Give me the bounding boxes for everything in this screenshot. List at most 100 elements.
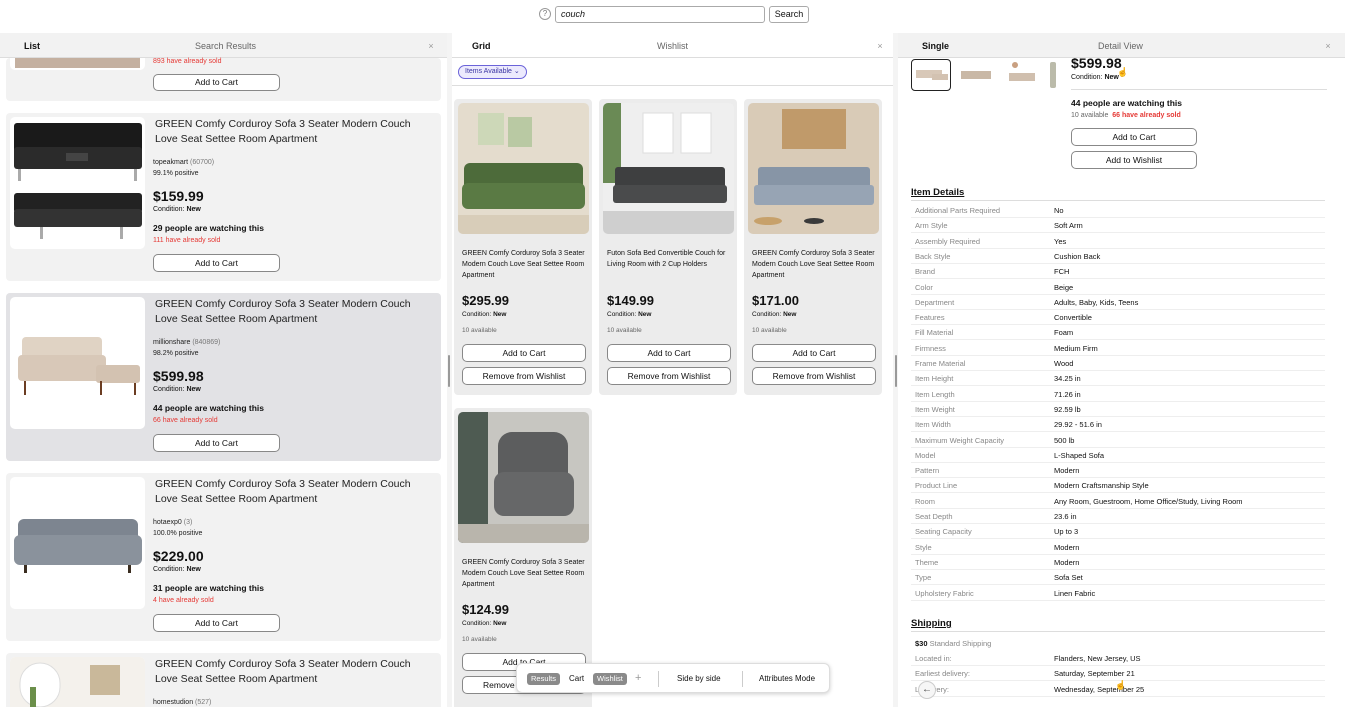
condition-value: New bbox=[638, 311, 652, 318]
help-icon[interactable]: ? bbox=[539, 8, 551, 20]
results-toggle[interactable]: Results bbox=[527, 673, 561, 685]
detail-value: Modern bbox=[1054, 542, 1080, 552]
side-by-side-button[interactable]: Side by side bbox=[677, 674, 721, 683]
product-condition: Condition: New bbox=[752, 311, 796, 318]
remove-from-wishlist-button[interactable]: Remove from Wishlist bbox=[607, 367, 731, 385]
condition-label: Condition: bbox=[1071, 74, 1103, 81]
close-icon[interactable]: × bbox=[874, 40, 886, 52]
product-price: $295.99 bbox=[462, 293, 509, 308]
product-image bbox=[603, 103, 734, 234]
product-title[interactable]: GREEN Comfy Corduroy Sofa 3 Seater Moder… bbox=[155, 117, 425, 147]
detail-key: Color bbox=[915, 282, 933, 292]
detail-key: Arm Style bbox=[915, 221, 948, 231]
grid-panel-header: Grid Wishlist × bbox=[452, 33, 893, 58]
add-to-cart-button[interactable]: Add to Cart bbox=[153, 614, 280, 632]
back-arrow-icon[interactable]: ← bbox=[918, 681, 936, 699]
product-title[interactable]: GREEN Comfy Corduroy Sofa 3 Seater Moder… bbox=[462, 248, 586, 281]
add-to-cart-button[interactable]: Add to Cart bbox=[153, 254, 280, 272]
add-to-cart-button[interactable]: Add to Cart bbox=[607, 344, 731, 362]
search-button[interactable]: Search bbox=[769, 6, 809, 23]
panel-subtitle: Detail View bbox=[1098, 41, 1143, 51]
attributes-mode-button[interactable]: Attributes Mode bbox=[759, 674, 815, 683]
detail-row: Back Style Cushion Back bbox=[911, 249, 1325, 264]
condition-label: Condition: bbox=[462, 620, 492, 627]
detail-key: Pattern bbox=[915, 466, 940, 476]
product-title[interactable]: Futon Sofa Bed Convertible Couch for Liv… bbox=[607, 248, 731, 270]
seller-info[interactable]: homestudion (527) bbox=[153, 699, 211, 706]
list-item[interactable]: GREEN Comfy Corduroy Sofa 3 Seater Moder… bbox=[6, 473, 441, 641]
product-title[interactable]: GREEN Comfy Corduroy Sofa 3 Seater Moder… bbox=[155, 297, 425, 327]
add-icon[interactable]: + bbox=[635, 672, 641, 684]
seller-info[interactable]: hotaexp0 (3) bbox=[153, 519, 192, 526]
grid-item[interactable]: GREEN Comfy Corduroy Sofa 3 Seater Moder… bbox=[744, 99, 882, 395]
thumbnail[interactable] bbox=[1003, 59, 1043, 91]
availability: 10 available bbox=[462, 636, 497, 643]
product-title[interactable]: GREEN Comfy Corduroy Sofa 3 Seater Moder… bbox=[462, 557, 586, 590]
add-to-cart-button[interactable]: Add to Cart bbox=[752, 344, 876, 362]
cart-toggle[interactable]: Cart bbox=[569, 674, 584, 683]
detail-row: Frame Material Wood bbox=[911, 356, 1325, 371]
detail-value: Sofa Set bbox=[1054, 573, 1083, 583]
detail-row: Seating Capacity Up to 3 bbox=[911, 524, 1325, 540]
product-image bbox=[748, 103, 879, 234]
availability: 10 available bbox=[607, 327, 642, 334]
close-icon[interactable]: × bbox=[1322, 40, 1334, 52]
list-item[interactable]: GREEN Comfy Corduroy Sofa 3 Seater Moder… bbox=[6, 293, 441, 461]
add-to-cart-button[interactable]: Add to Cart bbox=[153, 74, 280, 91]
detail-value: Modern bbox=[1054, 466, 1080, 476]
seller-info[interactable]: millionshare (840869) bbox=[153, 339, 220, 346]
product-price: $599.98 bbox=[153, 368, 204, 384]
product-image bbox=[10, 477, 145, 609]
search-input[interactable]: couch bbox=[555, 6, 765, 23]
thumbnail[interactable] bbox=[957, 59, 997, 91]
detail-row: Firmness Medium Firm bbox=[911, 341, 1325, 356]
detail-key: Style bbox=[915, 542, 932, 552]
shipping-value: Flanders, New Jersey, US bbox=[1054, 654, 1141, 663]
product-price: $171.00 bbox=[752, 293, 799, 308]
list-item[interactable]: 893 have already sold Add to Cart bbox=[6, 58, 441, 101]
watchers: 31 people are watching this bbox=[153, 583, 265, 593]
add-to-cart-button[interactable]: Add to Cart bbox=[1071, 128, 1197, 146]
resize-handle[interactable] bbox=[895, 355, 897, 387]
seller-info[interactable]: topeakmart (60700) bbox=[153, 159, 214, 166]
thumbnail[interactable] bbox=[1050, 62, 1056, 88]
wishlist-toggle[interactable]: Wishlist bbox=[593, 673, 627, 685]
detail-row: Item Weight 92.59 lb bbox=[911, 402, 1325, 417]
resize-handle[interactable] bbox=[448, 355, 450, 387]
shipping-key: Located in: bbox=[915, 654, 952, 663]
product-title[interactable]: GREEN Comfy Corduroy Sofa 3 Seater Moder… bbox=[155, 477, 425, 507]
condition-label: Condition: bbox=[153, 386, 185, 393]
list-item[interactable]: GREEN Comfy Corduroy Sofa 3 Seater Moder… bbox=[6, 113, 441, 281]
detail-key: Assembly Required bbox=[915, 236, 981, 246]
detail-value: Foam bbox=[1054, 328, 1074, 338]
shipping-key: Earliest delivery: bbox=[915, 669, 971, 679]
grid-item[interactable]: Futon Sofa Bed Convertible Couch for Liv… bbox=[599, 99, 737, 395]
thumbnail-selected[interactable] bbox=[911, 59, 951, 91]
detail-row: Product Line Modern Craftsmanship Style bbox=[911, 478, 1325, 494]
separator bbox=[742, 671, 743, 687]
remove-from-wishlist-button[interactable]: Remove from Wishlist bbox=[752, 367, 876, 385]
shipping-price: $30 bbox=[915, 639, 928, 648]
shipping-value: Wednesday, September 25 bbox=[1054, 684, 1145, 694]
add-to-cart-button[interactable]: Add to Cart bbox=[462, 344, 586, 362]
product-image bbox=[10, 297, 145, 429]
panel-title: List bbox=[24, 41, 41, 51]
product-title[interactable]: GREEN Comfy Corduroy Sofa 3 Seater Moder… bbox=[752, 248, 876, 281]
remove-from-wishlist-button[interactable]: Remove from Wishlist bbox=[462, 367, 586, 385]
condition-value: New bbox=[493, 311, 507, 318]
product-title[interactable]: GREEN Comfy Corduroy Sofa 3 Seater Moder… bbox=[155, 657, 425, 687]
grid-item[interactable]: GREEN Comfy Corduroy Sofa 3 Seater Moder… bbox=[454, 99, 592, 395]
detail-value: 23.6 in bbox=[1054, 512, 1077, 521]
add-to-cart-button[interactable]: Add to Cart bbox=[153, 434, 280, 452]
seller-name: homestudion bbox=[153, 699, 194, 706]
items-available-filter[interactable]: Items Available ⌄ bbox=[458, 65, 527, 79]
detail-key: Maximum Weight Capacity bbox=[915, 435, 1005, 445]
detail-row: Assembly Required Yes bbox=[911, 234, 1325, 249]
close-icon[interactable]: × bbox=[425, 40, 437, 52]
add-to-wishlist-button[interactable]: Add to Wishlist bbox=[1071, 151, 1197, 169]
product-condition: Condition: New bbox=[153, 566, 201, 573]
detail-value: 92.59 lb bbox=[1054, 404, 1081, 414]
detail-row: Item Length 71.26 in bbox=[911, 387, 1325, 402]
list-item[interactable]: GREEN Comfy Corduroy Sofa 3 Seater Moder… bbox=[6, 653, 441, 707]
detail-key: Upholstery Fabric bbox=[915, 588, 974, 598]
